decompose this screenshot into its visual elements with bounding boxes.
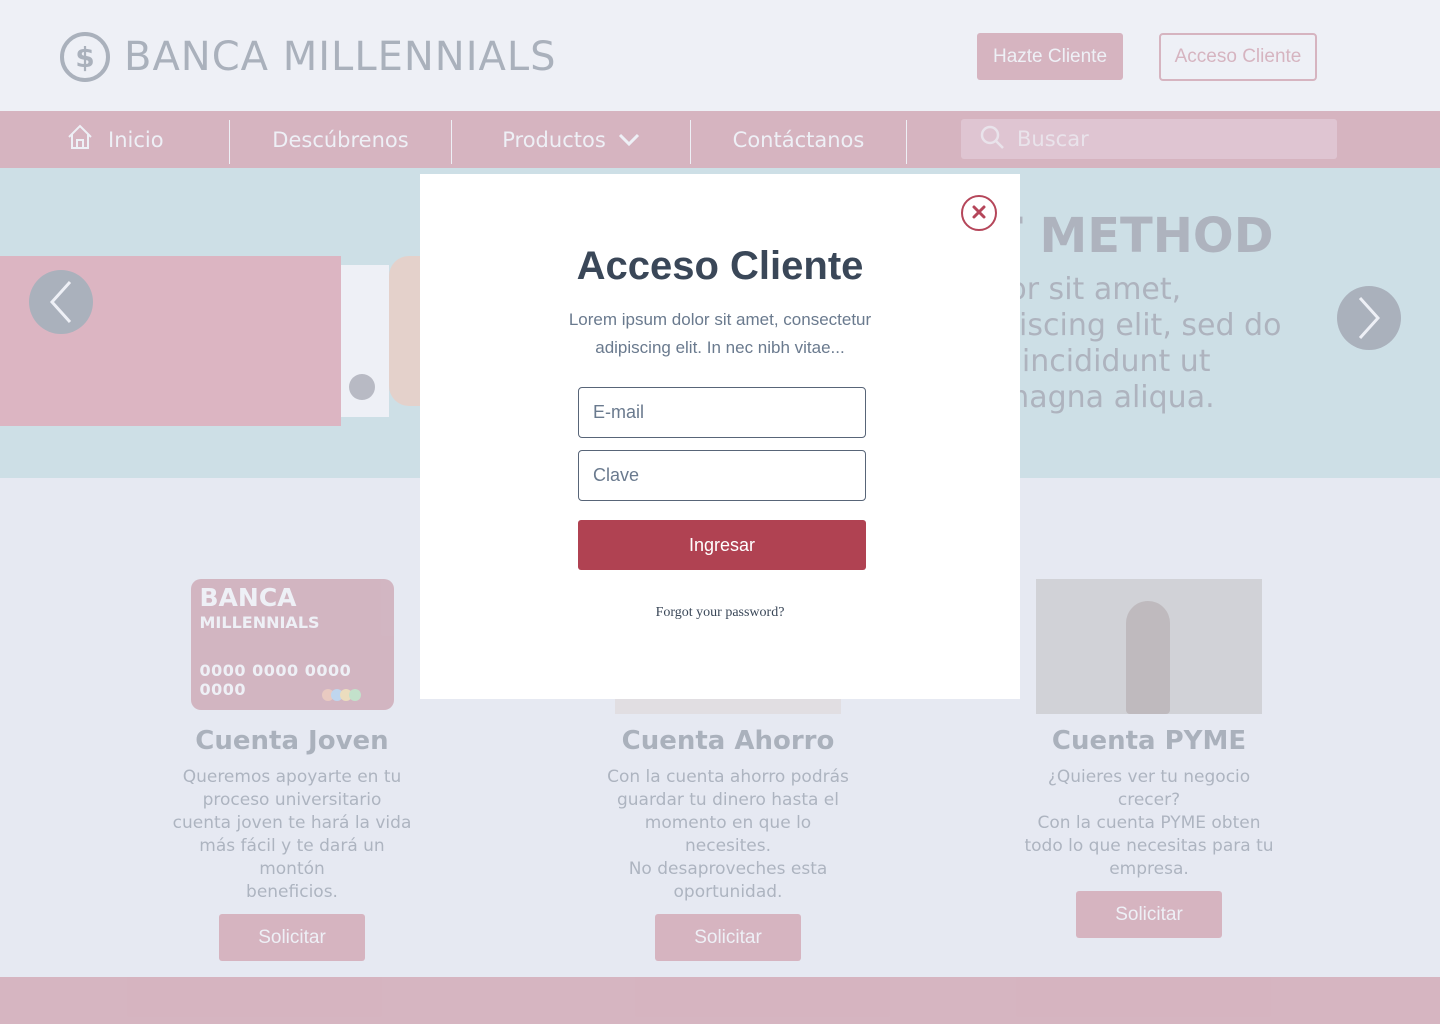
forgot-password-link[interactable]: Forgot your password? [420,605,1020,621]
modal-title: Acceso Cliente [576,244,864,288]
ingresar-button[interactable]: Ingresar [578,520,866,570]
close-button[interactable] [961,195,997,231]
email-field[interactable] [578,387,866,438]
close-icon [971,204,987,223]
modal-subtitle: Lorem ipsum dolor sit amet, consectetur … [568,310,872,357]
login-modal: Acceso Cliente Lorem ipsum dolor sit ame… [420,174,1020,699]
password-field[interactable] [578,450,866,501]
